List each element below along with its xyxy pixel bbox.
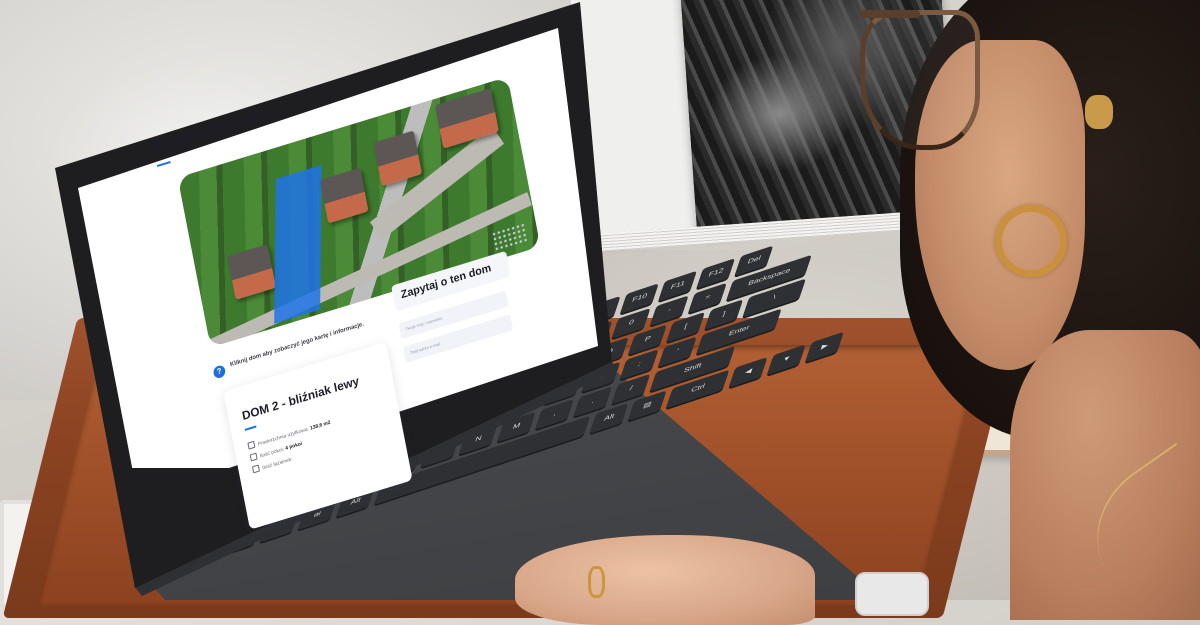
dot-pattern <box>491 221 530 253</box>
wristwatch <box>855 572 929 616</box>
spec-value: 138,6 m2 <box>309 419 332 432</box>
area-icon <box>247 440 256 450</box>
person-hand <box>515 535 815 625</box>
selected-plot[interactable] <box>274 164 322 324</box>
house-card: DOM 2 - bliźniak lewy Powierzchnia użytk… <box>223 341 413 530</box>
spec-label: Ilość łazienek: <box>261 456 294 472</box>
house-name: DOM 2 - bliźniak lewy <box>240 373 361 424</box>
rooms-icon <box>249 452 258 462</box>
house-name-underline <box>244 425 257 431</box>
house-marker[interactable] <box>227 244 276 300</box>
house-marker[interactable] <box>373 130 423 187</box>
house-marker[interactable] <box>319 167 369 224</box>
ring <box>588 566 605 598</box>
bathroom-icon <box>251 464 260 474</box>
page-title: Wybierz swój dom <box>150 101 279 157</box>
laptop: EscF1F2F3F4F5F6F7F8F9F10F11F12Del`123456… <box>0 0 1200 600</box>
spec-value: 4 pokoi <box>284 440 303 452</box>
info-icon: ? <box>212 364 227 380</box>
title-underline <box>156 160 171 168</box>
